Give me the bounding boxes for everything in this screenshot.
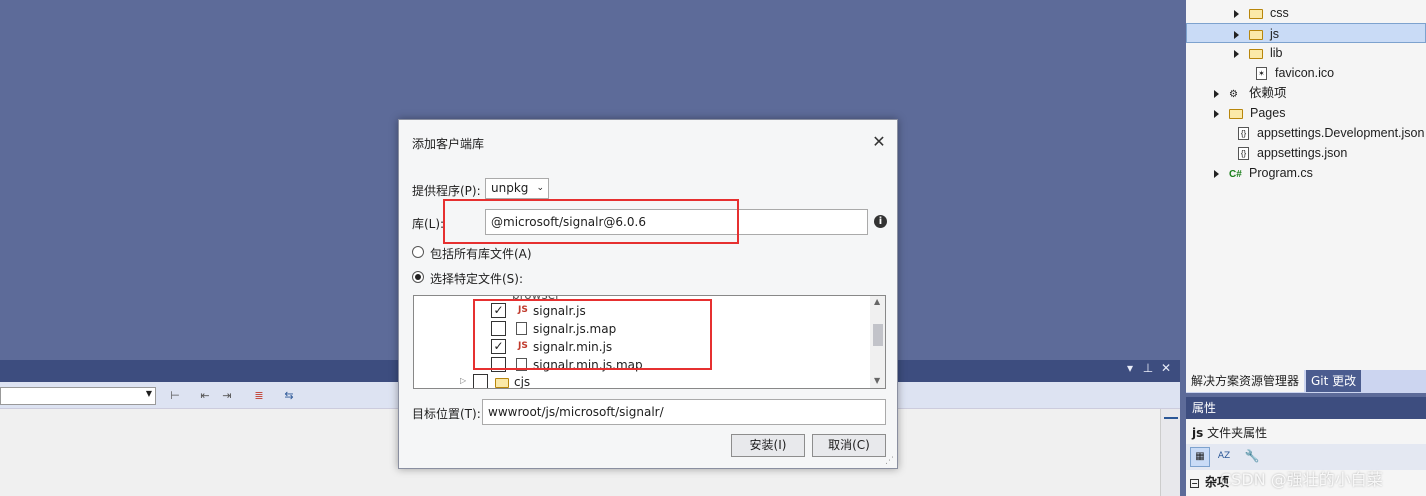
tree-item-label: favicon.ico: [1275, 66, 1335, 80]
tree-scrollbar[interactable]: ▲ ▼: [870, 296, 885, 388]
tree-item-dependencies[interactable]: ⚙ 依赖项: [1214, 83, 1287, 103]
tab-git-changes[interactable]: Git 更改: [1306, 370, 1362, 392]
subject-name: js: [1192, 426, 1204, 440]
library-label: 库(L):: [412, 217, 445, 231]
highlight-box-library: [443, 199, 739, 244]
cancel-button[interactable]: 取消(C): [812, 434, 886, 457]
folder-icon: [1249, 48, 1263, 59]
clear-all-icon[interactable]: ≣: [250, 387, 268, 405]
expand-arrow-icon[interactable]: [1214, 109, 1219, 118]
scroll-indicator: [1164, 417, 1178, 419]
tab-solution-explorer[interactable]: 解决方案资源管理器: [1186, 370, 1305, 392]
properties-title: 属性: [1186, 397, 1426, 419]
tree-item-label: lib: [1270, 46, 1283, 60]
provider-label: 提供程序(P):: [412, 184, 481, 198]
prev-icon[interactable]: ⇤: [196, 387, 214, 405]
install-button[interactable]: 安装(I): [731, 434, 805, 457]
tree-item-favicon[interactable]: ✶ favicon.ico: [1256, 63, 1334, 83]
tree-item-js[interactable]: js: [1186, 23, 1426, 43]
tree-item-cjs[interactable]: cjs: [514, 375, 530, 388]
source-select[interactable]: ▼: [0, 387, 156, 405]
expand-arrow-icon[interactable]: [1234, 30, 1239, 39]
word-wrap-icon[interactable]: ⇆: [280, 387, 298, 405]
tree-item-label: js: [1270, 27, 1280, 41]
target-label: 目标位置(T):: [412, 407, 481, 421]
folder-icon: [1249, 8, 1263, 19]
tree-item-label: 依赖项: [1249, 86, 1287, 100]
window-position-icon[interactable]: ▾: [1122, 361, 1138, 375]
tree-item-lib[interactable]: lib: [1234, 43, 1283, 63]
add-client-library-dialog: 添加客户端库 ✕ 提供程序(P): unpkg ⌄ 库(L): @microsof…: [398, 119, 898, 469]
chevron-down-icon: ⌄: [536, 183, 544, 193]
folder-icon: [1249, 29, 1263, 40]
radio-all-files-label: 包括所有库文件(A): [430, 247, 532, 261]
scroll-down-icon[interactable]: ▼: [874, 376, 880, 385]
icon-file-icon: ✶: [1256, 67, 1267, 81]
radio-specific-files-label: 选择特定文件(S):: [430, 272, 524, 286]
tree-item-label: Program.cs: [1249, 166, 1313, 180]
subject-type: 文件夹属性: [1207, 426, 1268, 440]
alphabetical-icon[interactable]: AZ: [1214, 447, 1234, 467]
json-file-icon: {}: [1238, 147, 1249, 161]
tree-item-label: Pages: [1250, 106, 1286, 120]
expand-arrow-icon[interactable]: [1214, 169, 1219, 178]
dialog-titlebar: 添加客户端库 ✕: [399, 120, 897, 164]
provider-select[interactable]: unpkg ⌄: [485, 178, 549, 199]
dialog-title: 添加客户端库: [412, 137, 485, 151]
info-icon[interactable]: i: [874, 215, 887, 228]
target-location-input[interactable]: wwwroot/js/microsoft/signalr/: [482, 399, 886, 425]
json-file-icon: {}: [1238, 127, 1249, 141]
output-scrollbar[interactable]: [1160, 409, 1180, 496]
radio-specific-files[interactable]: [412, 271, 424, 283]
tree-item-label: css: [1270, 6, 1289, 20]
highlight-box-files: [473, 299, 712, 370]
chevron-down-icon: ▼: [145, 389, 152, 398]
tree-item-css[interactable]: css: [1234, 3, 1289, 23]
tree-item-label: appsettings.json: [1257, 146, 1348, 160]
solution-explorer: css js lib ✶ favicon.ico ⚙ 依赖项 Pages {} app…: [1186, 0, 1426, 370]
csharp-icon: C#: [1229, 169, 1242, 180]
tree-item-pages[interactable]: Pages: [1214, 103, 1285, 123]
next-icon[interactable]: ⇥: [218, 387, 236, 405]
wrench-icon[interactable]: 🔧: [1242, 447, 1262, 467]
watermark: CSDN @强壮的小白菜: [1220, 470, 1383, 489]
tree-item-label: appsettings.Development.json: [1257, 126, 1425, 140]
pin-icon[interactable]: ⊥: [1140, 361, 1156, 375]
scroll-thumb[interactable]: [873, 324, 883, 346]
close-icon[interactable]: ✕: [1158, 361, 1174, 375]
radio-all-files[interactable]: [412, 246, 424, 258]
checkbox-cjs[interactable]: [473, 374, 488, 388]
provider-value: unpkg: [491, 181, 529, 195]
expand-arrow-icon[interactable]: [1234, 9, 1239, 18]
expand-arrow-icon[interactable]: [1234, 49, 1239, 58]
scroll-up-icon[interactable]: ▲: [874, 297, 880, 306]
folder-icon: [1229, 108, 1243, 119]
collapse-icon[interactable]: −: [1190, 479, 1199, 488]
resize-grip-icon[interactable]: ⋰: [885, 456, 894, 466]
expand-arrow-icon[interactable]: [1214, 89, 1219, 98]
categorized-icon[interactable]: ▦: [1190, 447, 1210, 467]
find-icon[interactable]: ⊢: [166, 387, 184, 405]
solution-explorer-tabs: 解决方案资源管理器 Git 更改: [1186, 370, 1426, 393]
properties-subject: js 文件夹属性: [1192, 424, 1267, 441]
tree-item-program[interactable]: C# Program.cs: [1214, 163, 1313, 183]
tree-item-appsettings[interactable]: {} appsettings.json: [1238, 143, 1347, 163]
dependencies-icon: ⚙: [1229, 89, 1238, 100]
expand-arrow-icon[interactable]: ▷: [460, 376, 466, 385]
close-icon[interactable]: ✕: [869, 132, 889, 152]
tree-item-appsettings-dev[interactable]: {} appsettings.Development.json: [1238, 123, 1424, 143]
folder-icon: [495, 378, 509, 388]
